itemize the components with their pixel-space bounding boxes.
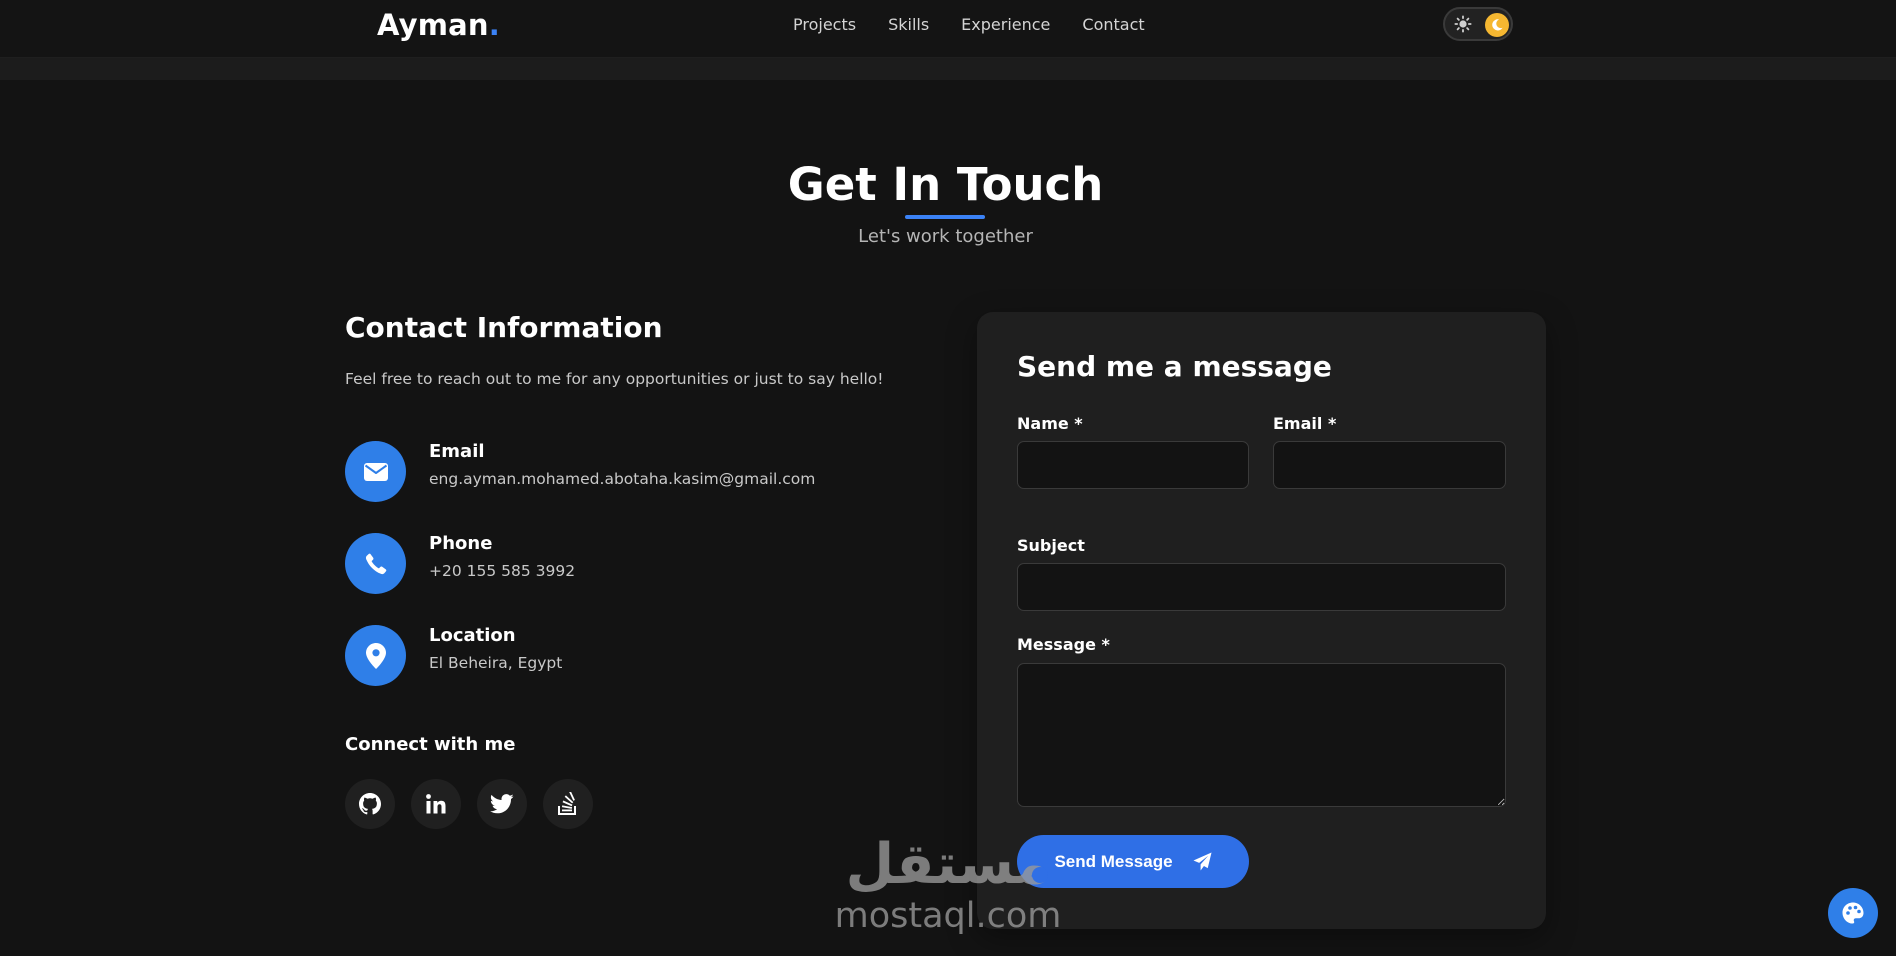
linkedin-icon <box>426 794 446 814</box>
logo-dot: . <box>488 8 500 42</box>
palette-icon <box>1842 902 1864 924</box>
paper-plane-icon <box>1193 852 1212 871</box>
phone-number[interactable]: +20 155 585 3992 <box>429 562 575 580</box>
send-message-button[interactable]: Send Message <box>1017 835 1249 888</box>
map-pin-icon <box>345 625 406 686</box>
linkedin-link[interactable] <box>411 779 461 829</box>
twitter-icon <box>490 794 514 814</box>
stackoverflow-icon <box>558 792 576 815</box>
nav-divider-strip <box>0 58 1896 80</box>
email-label: Email * <box>1273 414 1337 433</box>
contact-info-heading: Contact Information <box>345 311 663 344</box>
navbar: Ayman. Projects Skills Experience Contac… <box>0 0 1896 58</box>
palette-button[interactable] <box>1828 888 1878 938</box>
send-button-label: Send Message <box>1054 851 1173 871</box>
github-link[interactable] <box>345 779 395 829</box>
envelope-icon <box>345 441 406 502</box>
github-icon <box>359 793 381 815</box>
email-input[interactable] <box>1273 441 1506 489</box>
nav-link-contact[interactable]: Contact <box>1082 15 1144 34</box>
message-textarea[interactable] <box>1017 663 1506 807</box>
message-label: Message * <box>1017 635 1110 654</box>
stackoverflow-link[interactable] <box>543 779 593 829</box>
moon-icon <box>1492 19 1503 31</box>
toggle-knob <box>1485 13 1509 37</box>
connect-heading: Connect with me <box>345 734 516 755</box>
nav-link-experience[interactable]: Experience <box>961 15 1050 34</box>
section-subtitle: Let's work together <box>858 226 1033 247</box>
email-address[interactable]: eng.ayman.mohamed.abotaha.kasim@gmail.co… <box>429 470 815 488</box>
name-label: Name * <box>1017 414 1083 433</box>
subject-input[interactable] <box>1017 563 1506 611</box>
theme-toggle[interactable] <box>1443 7 1513 41</box>
contact-item-label: Phone <box>429 533 493 554</box>
sun-icon <box>1454 15 1472 33</box>
site-logo[interactable]: Ayman. <box>377 8 500 42</box>
contact-item-label: Location <box>429 625 516 646</box>
contact-description: Feel free to reach out to me for any opp… <box>345 370 884 388</box>
subject-label: Subject <box>1017 536 1085 555</box>
contact-form: Send me a message Name * Email * Subject… <box>977 312 1546 929</box>
contact-item-label: Email <box>429 441 485 462</box>
twitter-link[interactable] <box>477 779 527 829</box>
form-title: Send me a message <box>1017 350 1332 383</box>
nav-links: Projects Skills Experience Contact <box>793 15 1145 34</box>
nav-link-projects[interactable]: Projects <box>793 15 856 34</box>
phone-icon <box>345 533 406 594</box>
nav-link-skills[interactable]: Skills <box>888 15 929 34</box>
location-text: El Beheira, Egypt <box>429 654 563 672</box>
social-links <box>345 779 593 829</box>
title-underline <box>905 215 985 219</box>
name-input[interactable] <box>1017 441 1249 489</box>
logo-text: Ayman <box>377 8 489 42</box>
section-title: Get In Touch <box>787 158 1104 211</box>
